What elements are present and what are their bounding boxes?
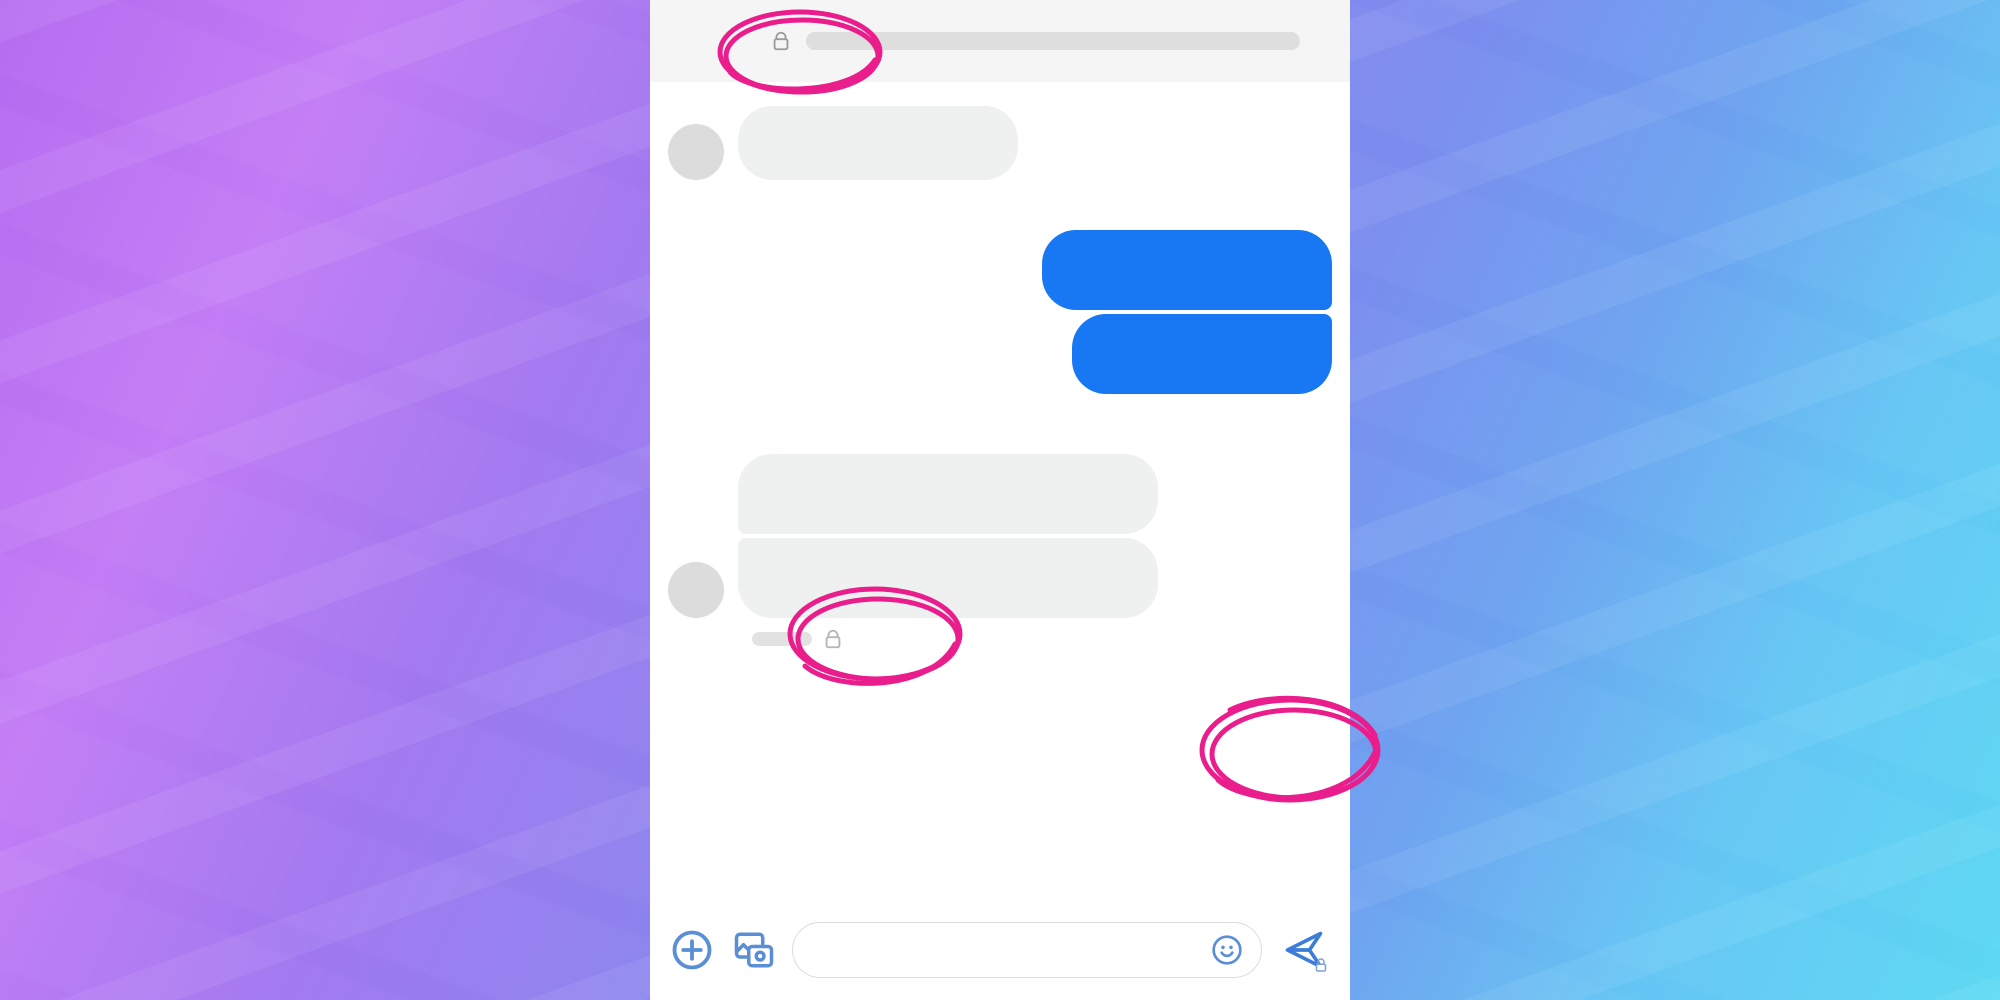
encryption-banner — [650, 0, 1350, 82]
message-input[interactable] — [792, 922, 1262, 978]
message-bubble-outgoing[interactable] — [1072, 314, 1332, 394]
message-row-incoming — [668, 454, 1332, 618]
message-bubble-incoming[interactable] — [738, 106, 1018, 180]
lock-icon — [1312, 956, 1330, 974]
send-button[interactable] — [1276, 922, 1332, 978]
avatar[interactable] — [668, 562, 724, 618]
lock-icon — [822, 628, 844, 650]
message-row-outgoing — [668, 230, 1332, 394]
add-button[interactable] — [668, 926, 716, 974]
message-bubble-incoming[interactable] — [738, 538, 1158, 618]
message-meta — [752, 628, 1332, 650]
chat-screen — [650, 0, 1350, 1000]
chat-thread[interactable] — [650, 82, 1350, 906]
message-bubble-incoming[interactable] — [738, 454, 1158, 534]
message-composer — [650, 906, 1350, 1000]
smiley-icon[interactable] — [1211, 934, 1243, 966]
gallery-button[interactable] — [730, 926, 778, 974]
timestamp-placeholder — [752, 632, 812, 646]
lock-icon — [770, 30, 792, 52]
avatar[interactable] — [668, 124, 724, 180]
message-bubble-outgoing[interactable] — [1042, 230, 1332, 310]
banner-text-placeholder — [806, 32, 1300, 50]
message-row-incoming — [668, 106, 1332, 180]
